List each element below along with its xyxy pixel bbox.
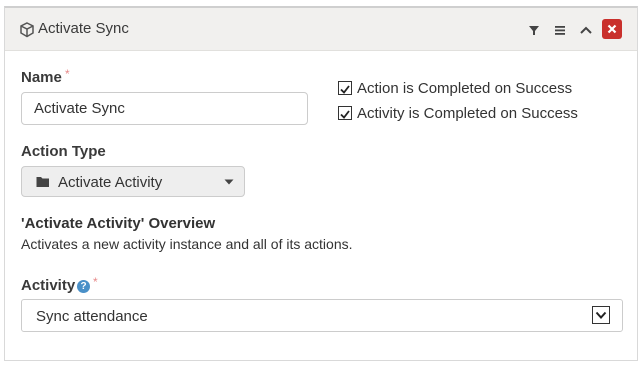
select-arrow[interactable] xyxy=(592,306,610,324)
action-type-label: Action Type xyxy=(21,143,106,160)
action-type-dropdown[interactable]: Activate Activity xyxy=(21,166,245,197)
checkmark-icon xyxy=(340,85,350,94)
name-input[interactable] xyxy=(21,92,308,125)
action-panel: Activate Sync Name * Action is Completed… xyxy=(4,6,638,361)
panel-title: Activate Sync xyxy=(38,20,129,37)
folder-icon xyxy=(36,177,49,187)
help-icon[interactable]: ? xyxy=(77,280,90,293)
required-marker: * xyxy=(93,275,98,289)
close-icon xyxy=(607,24,617,34)
filter-icon[interactable] xyxy=(525,21,543,39)
overview-title: 'Activate Activity' Overview xyxy=(21,215,216,232)
name-label: Name xyxy=(21,69,62,86)
checkmark-icon xyxy=(340,110,350,119)
activity-select-value: Sync attendance xyxy=(36,308,148,325)
panel-header: Activate Sync xyxy=(5,8,637,51)
caret-down-icon xyxy=(224,179,234,185)
action-type-value: Activate Activity xyxy=(58,174,163,191)
close-button[interactable] xyxy=(602,19,622,39)
chevron-down-icon xyxy=(595,311,607,319)
chevron-up-icon[interactable] xyxy=(577,21,595,39)
overview-description: Activates a new activity instance and al… xyxy=(21,236,353,252)
action-completed-checkbox[interactable] xyxy=(338,81,352,95)
activity-label: Activity xyxy=(21,277,76,294)
required-marker: * xyxy=(65,67,70,81)
menu-icon[interactable] xyxy=(551,21,569,39)
activity-completed-checkbox[interactable] xyxy=(338,106,352,120)
activity-select[interactable]: Sync attendance xyxy=(21,299,623,332)
action-completed-label: Action is Completed on Success xyxy=(357,80,573,97)
activity-completed-label: Activity is Completed on Success xyxy=(357,105,578,122)
cube-icon xyxy=(20,22,34,38)
